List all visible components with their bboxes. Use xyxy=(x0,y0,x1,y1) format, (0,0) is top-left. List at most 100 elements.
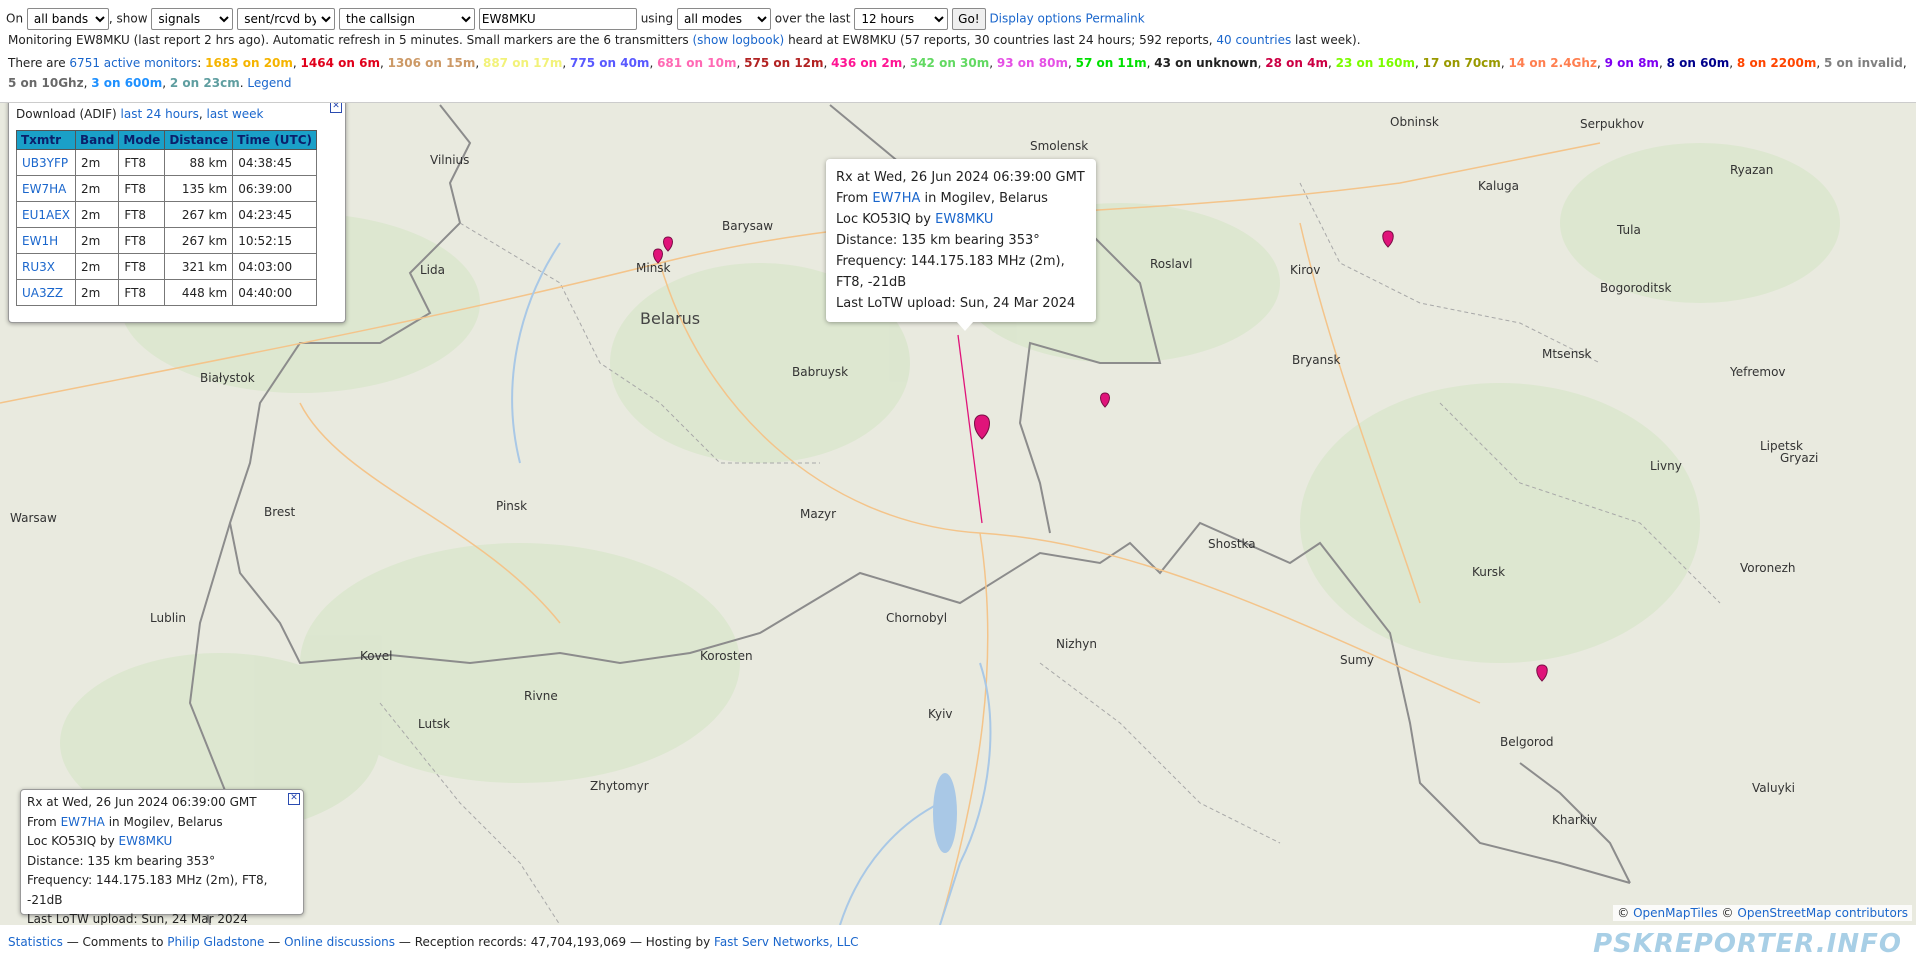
band-count: 887 on 17m xyxy=(482,56,563,70)
column-header[interactable]: Band xyxy=(75,130,120,150)
download-last24-link[interactable]: last 24 hours xyxy=(121,107,199,121)
table-body: UB3YFP 2m FT8 88 km 04:38:45 EW7HA 2m FT8 135 km… xyxy=(15,149,318,306)
city-label: Warsaw xyxy=(10,511,57,525)
display-options-link[interactable]: Display options xyxy=(989,12,1081,26)
callsign-input[interactable] xyxy=(478,8,637,30)
band-count: 9 on 8m xyxy=(1604,56,1659,70)
callsign-link[interactable]: UB3YFP xyxy=(22,156,68,170)
map-attribution: © OpenMapTiles © OpenStreetMap contribut… xyxy=(1613,905,1912,921)
table-cell: 04:38:45 xyxy=(232,149,318,176)
table-row: RU3X 2m FT8 321 km 04:03:00 xyxy=(15,253,318,280)
band-count: 775 on 40m xyxy=(570,56,650,70)
download-lastweek-link[interactable]: last week xyxy=(206,107,263,121)
status-text-post: last week). xyxy=(1295,33,1361,47)
band-count: 28 on 4m xyxy=(1265,56,1328,70)
table-cell: 2m xyxy=(75,227,120,254)
popup-from-call-link[interactable]: EW7HA xyxy=(872,191,920,206)
monitors-line: There are 6751 active monitors: 1683 on … xyxy=(8,53,1910,93)
callsign-link[interactable]: UA3ZZ xyxy=(22,286,63,300)
city-label: Lida xyxy=(420,263,445,277)
openstreetmap-link[interactable]: OpenStreetMap contributors xyxy=(1737,906,1908,920)
band-count: 5 on 10Ghz xyxy=(8,76,84,90)
over-label: over the last xyxy=(774,11,851,26)
city-label: Smolensk xyxy=(1030,139,1089,153)
discussions-link[interactable]: Online discussions xyxy=(284,935,395,949)
transmitters-panel: ✕ Download (ADIF) last 24 hours, last we… xyxy=(8,103,346,323)
table-cell: 06:39:00 xyxy=(232,175,318,202)
column-header[interactable]: Distance xyxy=(164,130,234,150)
table-cell: FT8 xyxy=(118,227,166,254)
callsign-cell[interactable]: UB3YFP xyxy=(15,149,77,176)
city-label: Roslavl xyxy=(1150,257,1193,271)
city-label: Lublin xyxy=(150,611,186,625)
callsign-link[interactable]: EW7HA xyxy=(22,182,66,196)
show-select[interactable]: signals xyxy=(151,8,234,30)
callsign-link[interactable]: RU3X xyxy=(22,260,55,274)
info-panel: ✕ Rx at Wed, 26 Jun 2024 06:39:00 GMT Fr… xyxy=(20,789,304,925)
table-row: UB3YFP 2m FT8 88 km 04:38:45 xyxy=(15,149,318,176)
callsign-cell[interactable]: UA3ZZ xyxy=(15,279,77,306)
column-header[interactable]: Time (UTC) xyxy=(232,130,318,150)
callsign-cell[interactable]: EU1AEX xyxy=(15,201,77,228)
city-label: Tula xyxy=(1617,223,1641,237)
popup-frequency: Frequency: 144.175.183 MHz (2m), FT8, -2… xyxy=(836,254,1065,290)
modes-select[interactable]: all modes xyxy=(676,8,771,30)
table-row: EW1H 2m FT8 267 km 10:52:15 xyxy=(15,227,318,254)
map-view[interactable]: Belarus Vilnius Smolensk Serpukhov Obninsk K… xyxy=(0,102,1916,925)
author-link[interactable]: Philip Gladstone xyxy=(167,935,264,949)
city-label: Ryazan xyxy=(1730,163,1774,177)
column-header[interactable]: Mode xyxy=(118,130,166,150)
table-header-row: Txmtr Band Mode Distance Time (UTC) xyxy=(15,130,318,150)
popup-loc-call-link[interactable]: EW8MKU xyxy=(935,212,993,227)
period-select[interactable]: 12 hours xyxy=(854,8,949,30)
city-label: Mtsensk xyxy=(1542,347,1592,361)
info-from-label: From xyxy=(27,814,57,829)
attrib-copy2: © xyxy=(1721,906,1734,920)
band-count: 2 on 23cm xyxy=(169,76,240,90)
city-label: Zhytomyr xyxy=(590,779,649,793)
go-button[interactable]: Go! xyxy=(952,8,986,30)
bands-select[interactable]: all bands xyxy=(26,8,109,30)
openmaptiles-link[interactable]: OpenMapTiles xyxy=(1633,906,1718,920)
info-loc-call-link[interactable]: EW8MKU xyxy=(119,834,173,848)
permalink-link[interactable]: Permalink xyxy=(1086,12,1145,26)
callsign-link[interactable]: EW1H xyxy=(22,234,58,248)
target-select[interactable]: the callsign xyxy=(339,8,476,30)
column-header[interactable]: Txmtr xyxy=(15,130,77,150)
info-lotw: Last LoTW upload: Sun, 24 Mar 2024 xyxy=(27,912,248,925)
direction-select[interactable]: sent/rcvd by xyxy=(237,8,336,30)
status-text-pre: Monitoring EW8MKU (last report 2 hrs ago… xyxy=(8,33,689,47)
hosting-link[interactable]: Fast Serv Networks, LLC xyxy=(714,935,859,949)
monitors-pre: There are xyxy=(8,56,66,70)
map-popup: Rx at Wed, 26 Jun 2024 06:39:00 GMT From… xyxy=(826,159,1096,331)
callsign-cell[interactable]: EW7HA xyxy=(15,175,77,202)
city-label: Yefremov xyxy=(1730,365,1786,379)
callsign-cell[interactable]: RU3X xyxy=(15,253,77,280)
info-from-location: in Mogilev, Belarus xyxy=(108,814,223,829)
footer: Statistics — Comments to Philip Gladston… xyxy=(8,935,859,949)
footer-text-3: — Reception records: 47,704,193,069 — Ho… xyxy=(398,935,711,949)
show-logbook-link[interactable]: (show logbook) xyxy=(693,33,785,47)
city-label: Vilnius xyxy=(430,153,470,167)
popup-from: From EW7HA in Mogilev, Belarus xyxy=(836,188,1086,209)
countries-link[interactable]: 40 countries xyxy=(1216,33,1291,47)
attrib-copy1: © xyxy=(1617,906,1630,920)
band-count: 23 on 160m xyxy=(1335,56,1415,70)
table-cell: 267 km xyxy=(164,201,234,228)
popup-lotw: Last LoTW upload: Sun, 24 Mar 2024 xyxy=(836,296,1076,311)
city-label: Barysaw xyxy=(722,219,774,233)
using-label: using xyxy=(640,11,674,26)
legend-link[interactable]: Legend xyxy=(247,76,291,90)
popup-distance: Distance: 135 km bearing 353° xyxy=(836,233,1040,248)
table-cell: 2m xyxy=(75,279,120,306)
city-label: Kovel xyxy=(360,649,393,663)
city-label: Valuyki xyxy=(1752,781,1795,795)
city-label: Kirov xyxy=(1290,263,1321,277)
active-monitors-link[interactable]: 6751 active monitors xyxy=(69,56,197,70)
close-icon[interactable]: ✕ xyxy=(330,103,342,113)
callsign-cell[interactable]: EW1H xyxy=(15,227,77,254)
info-from-call-link[interactable]: EW7HA xyxy=(61,815,105,829)
callsign-link[interactable]: EU1AEX xyxy=(22,208,70,222)
table-cell: FT8 xyxy=(118,279,166,306)
statistics-link[interactable]: Statistics xyxy=(8,935,63,949)
